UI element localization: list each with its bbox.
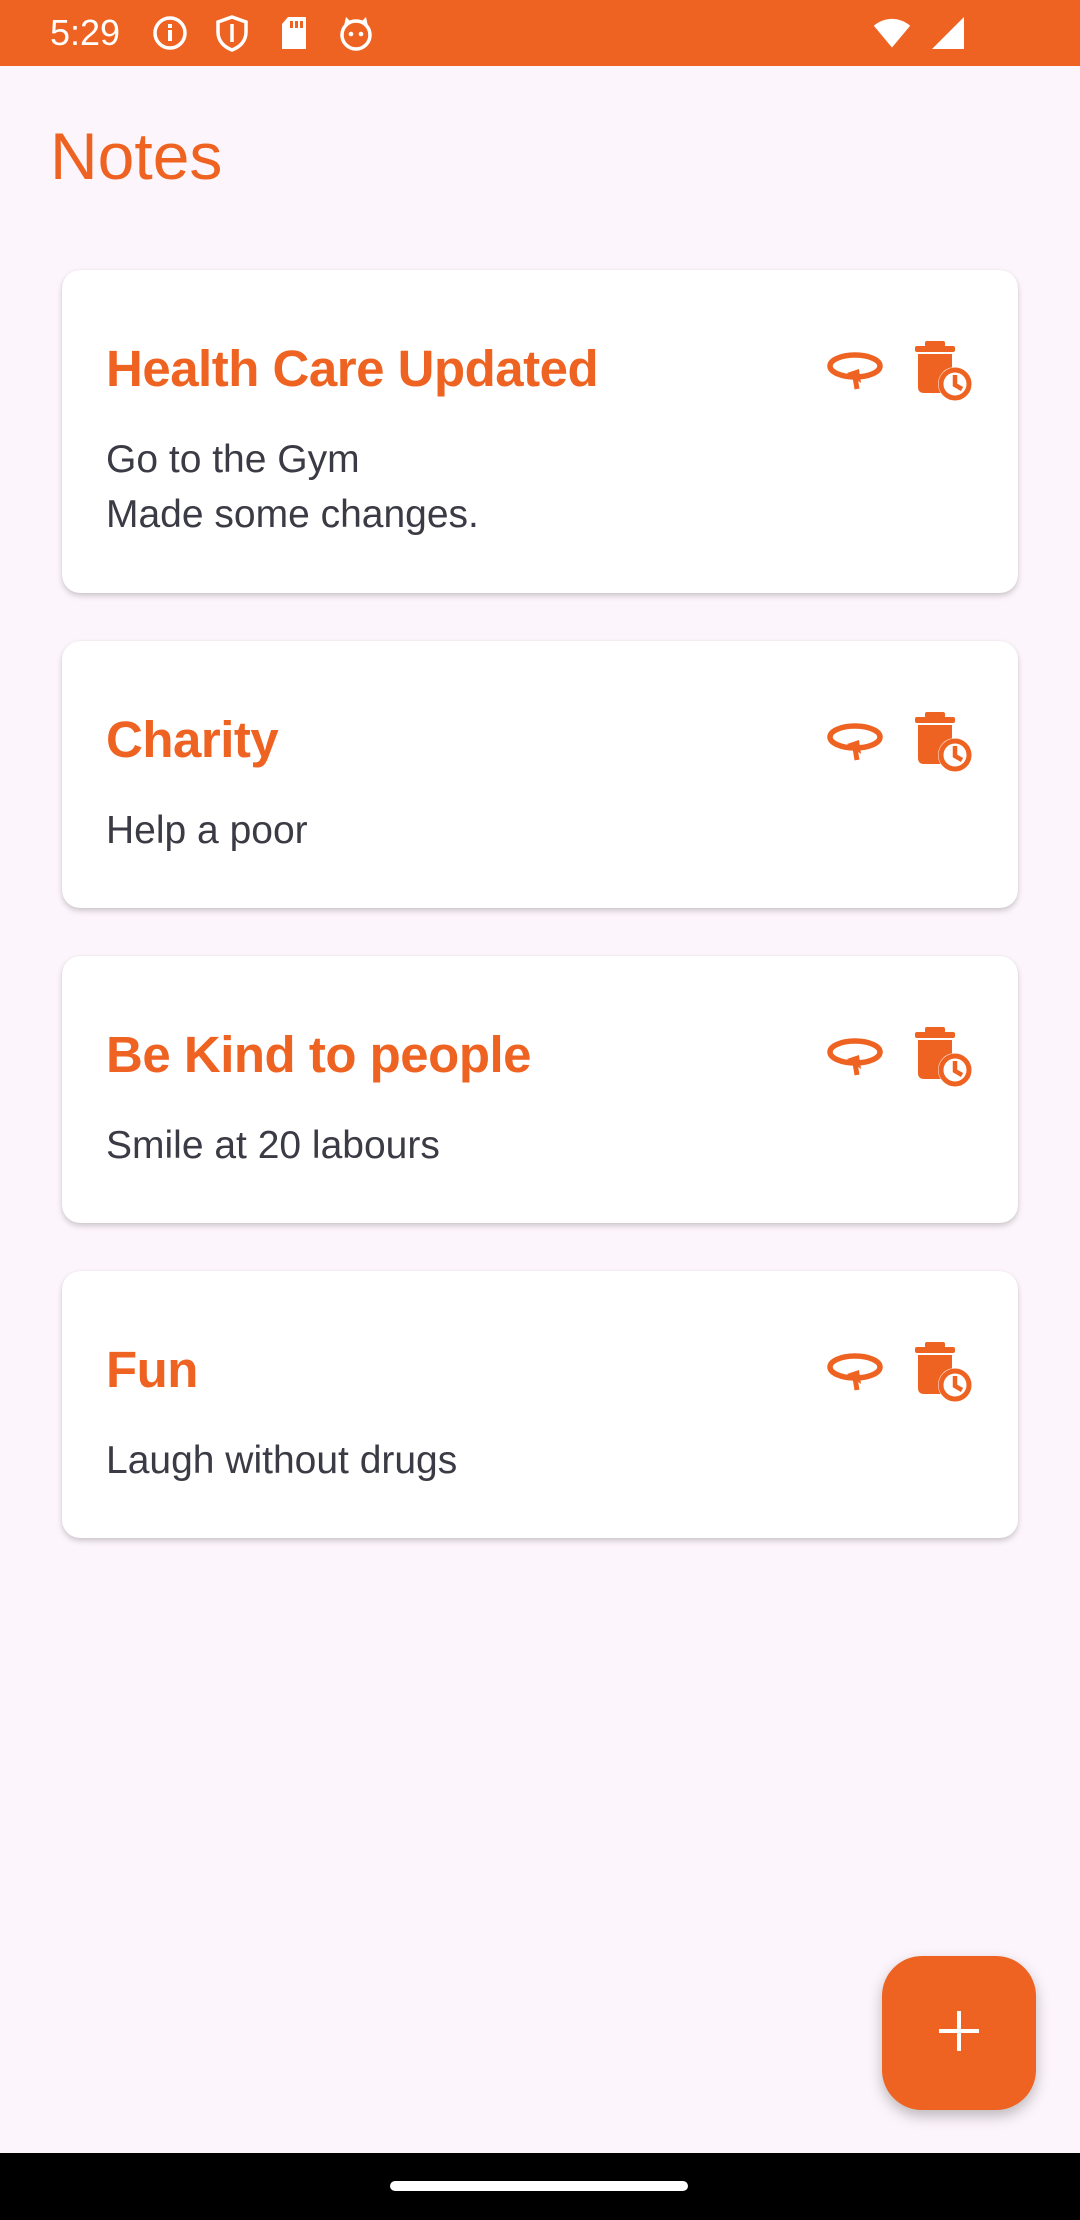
note-body: Help a poor [106,809,308,852]
note-title: Be Kind to people [106,1026,532,1083]
delete-schedule-icon[interactable] [908,1339,974,1405]
note-body: Smile at 20 labours [106,1124,440,1167]
note-actions [822,338,974,404]
delete-schedule-icon[interactable] [908,1024,974,1090]
status-icons-right [872,13,968,53]
add-note-button[interactable] [882,1956,1036,2110]
shield-icon [212,13,252,53]
delete-schedule-icon[interactable] [908,709,974,775]
edit-loop-icon[interactable] [822,1339,888,1405]
page-title: Notes [50,119,223,193]
note-card[interactable]: Fun Laugh without drugs [62,1271,1018,1538]
edit-loop-icon[interactable] [822,1024,888,1090]
note-card[interactable]: Charity Help a poor [62,641,1018,908]
status-time: 5:29 [50,12,121,53]
note-title: Health Care Updated [106,340,599,397]
info-icon [150,13,190,53]
sd-card-icon [274,13,314,53]
status-bar: 5:29 [0,0,1080,66]
note-title: Charity [106,711,279,768]
navigation-bar [0,2153,1080,2220]
note-card[interactable]: Health Care Updated Go to the Gym Made s… [62,270,1018,593]
delete-schedule-icon[interactable] [908,338,974,404]
plus-icon [937,2009,981,2058]
note-actions [822,1024,974,1090]
note-actions [822,1339,974,1405]
note-card[interactable]: Be Kind to people Smile at 20 labours [62,956,1018,1223]
wifi-icon [872,13,912,53]
note-title: Fun [106,1341,198,1398]
note-body: Go to the Gym Made some changes. [106,438,479,536]
note-actions [822,709,974,775]
cat-icon [336,13,376,53]
edit-loop-icon[interactable] [822,709,888,775]
home-gesture-handle[interactable] [390,2181,688,2191]
note-body: Laugh without drugs [106,1439,458,1482]
edit-loop-icon[interactable] [822,338,888,404]
status-icons-left [150,13,376,53]
cell-signal-icon [928,13,968,53]
